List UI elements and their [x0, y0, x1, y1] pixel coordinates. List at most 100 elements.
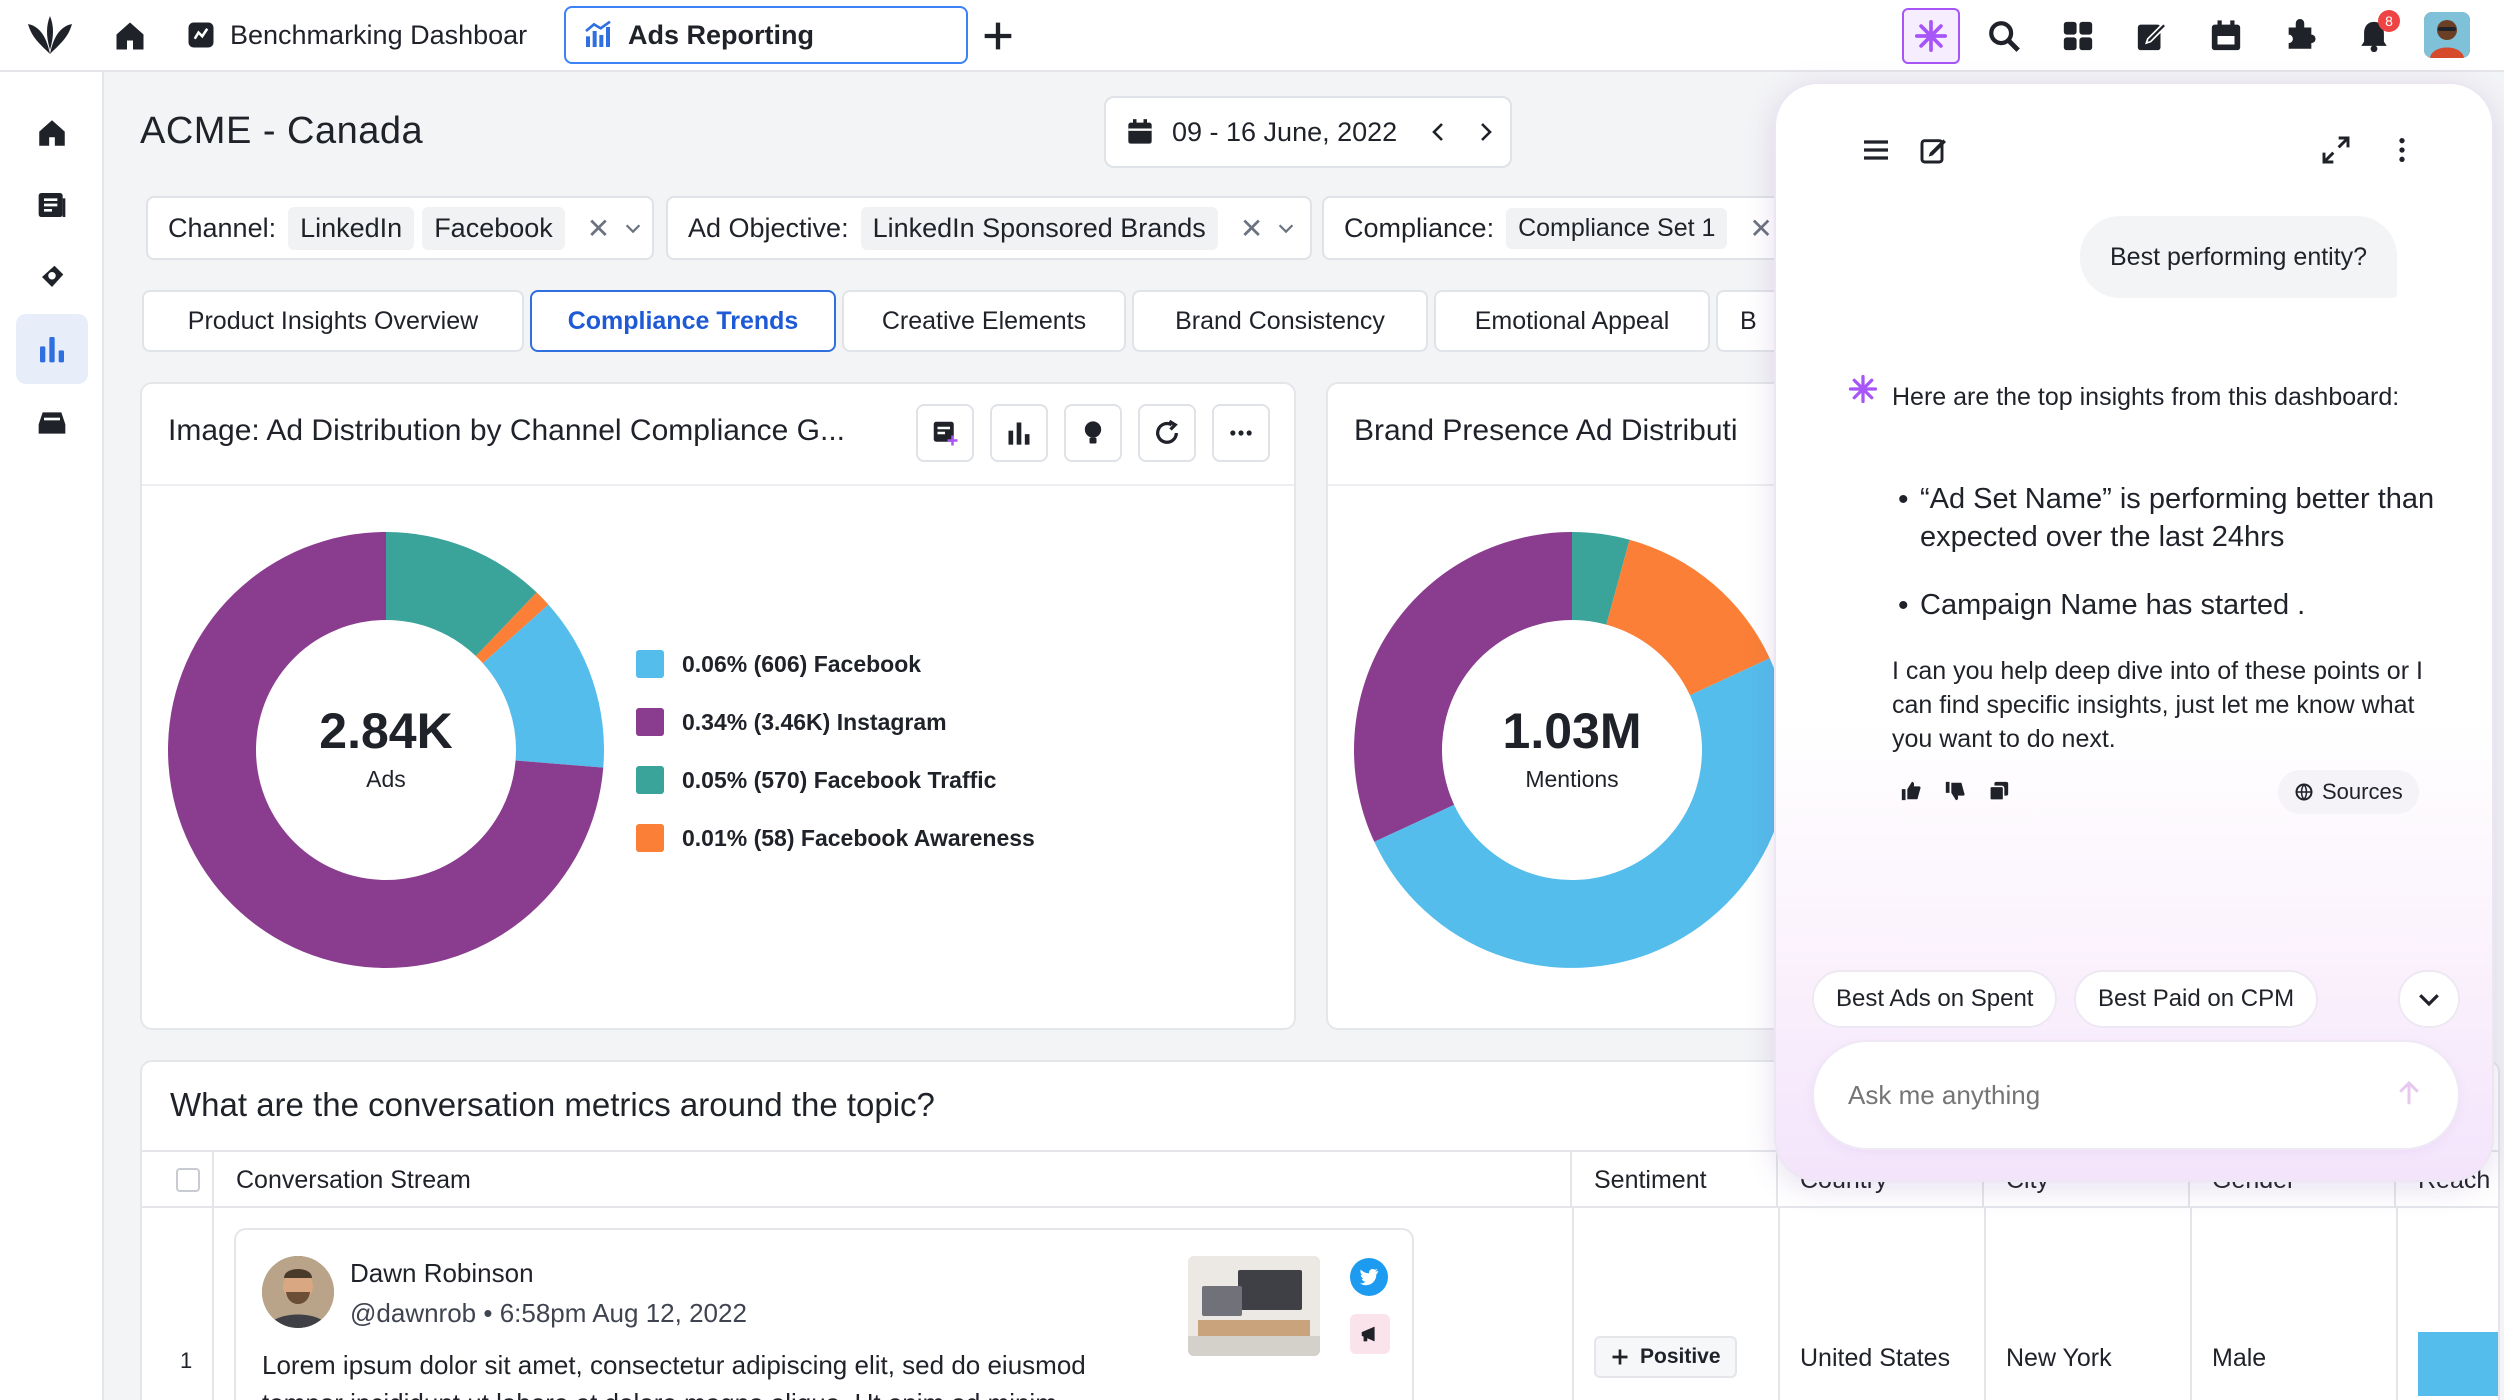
- donut-center-label: Mentions: [1525, 766, 1619, 792]
- suggestion-label: Best Paid on CPM: [2098, 985, 2295, 1012]
- card-title: Brand Presence Ad Distributi: [1354, 414, 1738, 447]
- conversation-post[interactable]: Dawn Robinson @dawnrob • 6:58pm Aug 12, …: [234, 1228, 1414, 1400]
- filter-chip: Compliance Set 1: [1506, 207, 1728, 249]
- calendar-icon[interactable]: [2204, 14, 2248, 58]
- tab-label: B: [1740, 306, 1757, 335]
- suggestion-chip[interactable]: Best Ads on Spent: [1812, 970, 2058, 1028]
- legend-item[interactable]: 0.01% (58) Facebook Awareness: [636, 824, 1035, 852]
- ai-insights-button[interactable]: [916, 404, 974, 462]
- sidebar-item-reports[interactable]: [16, 170, 88, 240]
- compose-icon[interactable]: [2130, 14, 2174, 58]
- legend-label: 0.05% (570) Facebook Traffic: [682, 766, 997, 793]
- user-avatar[interactable]: [2424, 12, 2470, 58]
- tab-benchmarking-dashboard[interactable]: Benchmarking Dashboar: [170, 6, 532, 64]
- post-time: 6:58pm Aug 12, 2022: [499, 1298, 747, 1328]
- ai-assistant-icon[interactable]: [1902, 8, 1960, 64]
- select-all-checkbox[interactable]: [176, 1168, 200, 1192]
- notifications-bell-icon[interactable]: 8: [2352, 10, 2400, 58]
- sidebar-item-home[interactable]: [16, 98, 88, 168]
- clear-icon[interactable]: ✕: [1749, 212, 1772, 245]
- column-header[interactable]: Sentiment: [1572, 1152, 1778, 1208]
- twitter-icon[interactable]: [1350, 1258, 1388, 1296]
- calendar-icon: [1126, 118, 1154, 146]
- apps-grid-icon[interactable]: [2056, 14, 2100, 58]
- ai-bullet: Campaign Name has started .: [1920, 589, 2306, 621]
- ad-distribution-card: Image: Ad Distribution by Channel Compli…: [140, 382, 1296, 1030]
- ai-assistant-panel: Best performing entity? Here are the top…: [1774, 82, 2494, 1182]
- tab-emotional-appeal[interactable]: Emotional Appeal: [1434, 290, 1710, 352]
- chevron-left-icon[interactable]: [1427, 120, 1451, 144]
- sidebar-item-analytics[interactable]: [16, 314, 88, 384]
- chevron-down-icon[interactable]: [622, 217, 644, 239]
- refresh-button[interactable]: [1138, 404, 1196, 462]
- add-tab-icon[interactable]: [978, 16, 1018, 56]
- lightbulb-icon: [1079, 419, 1107, 447]
- new-chat-icon[interactable]: [1918, 134, 1950, 166]
- table-row[interactable]: 1 Dawn Robinson @dawnrob • 6:58pm Aug 12…: [142, 1208, 2498, 1400]
- country-cell: United States: [1800, 1344, 1951, 1372]
- megaphone-icon[interactable]: [1350, 1314, 1390, 1354]
- copy-icon[interactable]: [1988, 780, 2010, 802]
- divider: [2190, 1208, 2192, 1400]
- chevron-down-icon[interactable]: [1275, 217, 1297, 239]
- filter-chip: Facebook: [422, 206, 565, 250]
- sources-button[interactable]: Sources: [2278, 770, 2419, 814]
- search-icon[interactable]: [1982, 14, 2026, 58]
- author-name[interactable]: Dawn Robinson: [350, 1258, 534, 1289]
- legend-swatch: [636, 650, 664, 678]
- card-title: Image: Ad Distribution by Channel Compli…: [168, 414, 846, 447]
- more-options-button[interactable]: [1212, 404, 1270, 462]
- tab-brand-consistency[interactable]: Brand Consistency: [1132, 290, 1428, 352]
- compliance-filter[interactable]: Compliance: Compliance Set 1 ✕: [1322, 196, 1782, 260]
- puzzle-icon[interactable]: [2278, 14, 2322, 58]
- tab-product-insights-overview[interactable]: Product Insights Overview: [142, 290, 524, 352]
- sidebar-item-inbox[interactable]: [16, 388, 88, 458]
- sidebar-item-campaigns[interactable]: [16, 242, 88, 312]
- channel-filter[interactable]: Channel: LinkedIn Facebook ✕: [146, 196, 654, 260]
- donut-slice[interactable]: [1354, 532, 1572, 842]
- clear-icon[interactable]: ✕: [587, 212, 610, 245]
- clear-icon[interactable]: ✕: [1240, 212, 1263, 245]
- legend-swatch: [636, 708, 664, 736]
- sprinklr-logo-icon[interactable]: [26, 14, 74, 58]
- refresh-icon: [1153, 419, 1181, 447]
- tab-creative-elements[interactable]: Creative Elements: [842, 290, 1126, 352]
- document-icon: [36, 189, 68, 221]
- post-text: tempor incididunt ut labore et dolore ma…: [262, 1388, 1057, 1400]
- bar-chart-icon: [582, 19, 614, 51]
- post-image[interactable]: [1188, 1256, 1320, 1356]
- more-suggestions-button[interactable]: [2398, 970, 2460, 1028]
- ad-objective-filter[interactable]: Ad Objective: LinkedIn Sponsored Brands …: [666, 196, 1312, 260]
- legend-swatch: [636, 766, 664, 794]
- suggestion-chip[interactable]: Best Paid on CPM: [2074, 970, 2319, 1028]
- user-message: Best performing entity?: [2080, 216, 2398, 298]
- menu-icon[interactable]: [1860, 134, 1892, 166]
- more-vertical-icon[interactable]: [2386, 134, 2418, 166]
- post-meta: @dawnrob • 6:58pm Aug 12, 2022: [350, 1298, 747, 1328]
- legend-item[interactable]: 0.34% (3.46K) Instagram: [636, 708, 947, 736]
- bar-chart-icon: [36, 333, 68, 365]
- divider: [1328, 484, 1824, 486]
- divider: [2396, 1208, 2398, 1400]
- legend-item[interactable]: 0.06% (606) Facebook: [636, 650, 921, 678]
- chart-type-button[interactable]: [990, 404, 1048, 462]
- legend-item[interactable]: 0.05% (570) Facebook Traffic: [636, 766, 996, 794]
- thumbs-down-icon[interactable]: [1944, 780, 1966, 802]
- row-index: 1: [180, 1348, 193, 1373]
- column-header[interactable]: Conversation Stream: [214, 1152, 1572, 1208]
- ai-followup: I can you help deep dive into of these p…: [1892, 657, 2423, 753]
- author-handle[interactable]: @dawnrob: [350, 1298, 476, 1328]
- tab-ads-reporting[interactable]: Ads Reporting: [564, 6, 968, 64]
- donut-center-label: Ads: [366, 766, 406, 792]
- chat-input[interactable]: [1848, 1070, 2368, 1120]
- filter-label: Compliance:: [1344, 212, 1495, 243]
- send-arrow-icon[interactable]: [2394, 1078, 2424, 1108]
- sentiment-badge[interactable]: Positive: [1594, 1336, 1737, 1378]
- expand-icon[interactable]: [2320, 134, 2352, 166]
- chevron-right-icon[interactable]: [1473, 120, 1497, 144]
- insights-button[interactable]: [1064, 404, 1122, 462]
- date-range-picker[interactable]: 09 - 16 June, 2022: [1104, 96, 1512, 168]
- thumbs-up-icon[interactable]: [1900, 780, 1922, 802]
- tab-compliance-trends[interactable]: Compliance Trends: [530, 290, 836, 352]
- home-icon[interactable]: [112, 18, 148, 54]
